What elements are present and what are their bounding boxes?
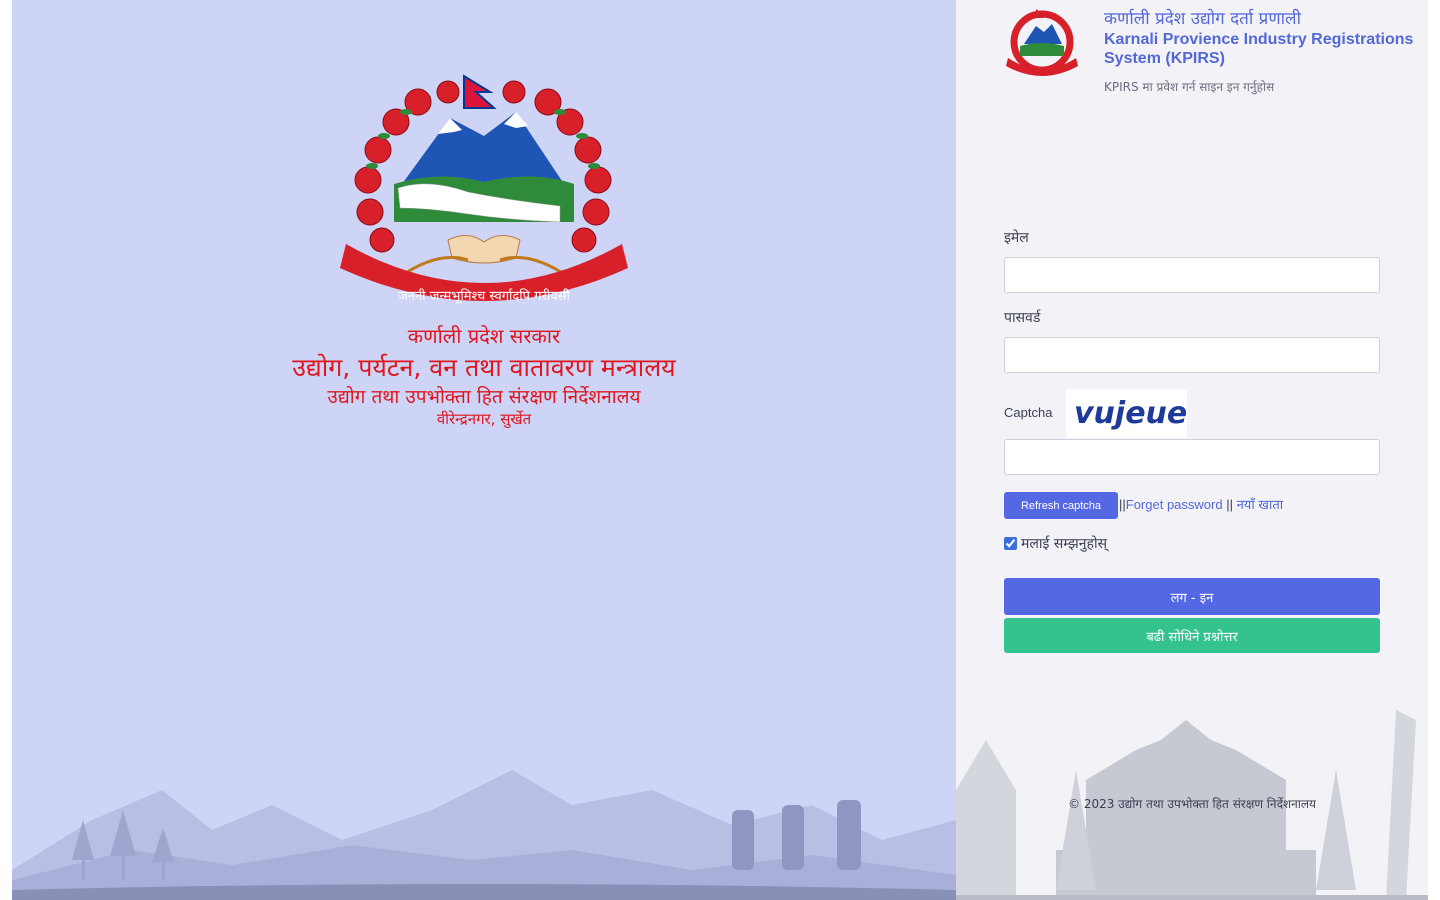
password-label: पासवर्ड bbox=[1004, 310, 1041, 326]
email-field[interactable] bbox=[1004, 257, 1380, 293]
email-label: इमेल bbox=[1004, 230, 1029, 246]
remember-me[interactable]: मलाई सम्झनुहोस् bbox=[1004, 534, 1107, 553]
link-separator: || bbox=[1119, 497, 1126, 512]
login-panel: कर्णाली प्रदेश उद्योग दर्ता प्रणाली Karn… bbox=[956, 0, 1428, 900]
captcha-label: Captcha bbox=[1004, 405, 1053, 420]
directorate-title: उद्योग तथा उपभोक्ता हित संरक्षण निर्देशन… bbox=[327, 386, 641, 408]
remember-me-label: मलाई सम्झनुहोस् bbox=[1021, 536, 1108, 552]
login-subtitle: KPIRS मा प्रवेश गर्न साइन इन गर्नुहोस bbox=[1104, 80, 1275, 94]
ministry-title: उद्योग, पर्यटन, वन तथा वातावरण मन्त्रालय bbox=[292, 353, 676, 382]
refresh-captcha-button[interactable]: Refresh captcha bbox=[1004, 492, 1118, 519]
captcha-text: vujeue bbox=[1074, 396, 1187, 431]
nepal-emblem-icon: जननी जन्मभूमिश्च स्वर्गादपि गरीयसी bbox=[340, 74, 628, 304]
system-title-english: Karnali Provience Industry Registrations… bbox=[1104, 31, 1414, 67]
captcha-field[interactable] bbox=[1004, 439, 1380, 475]
remember-me-checkbox[interactable] bbox=[1004, 537, 1017, 550]
login-button[interactable]: लग - इन bbox=[1004, 578, 1380, 615]
mountain-silhouette-illustration bbox=[12, 770, 956, 900]
nepal-emblem-small-icon bbox=[1006, 9, 1078, 76]
left-branding-panel: जननी जन्मभूमिश्च स्वर्गादपि गरीयसी कर्णा… bbox=[12, 0, 956, 900]
copyright-footer: © 2023 उद्योग तथा उपभोक्ता हित संरक्षण न… bbox=[1068, 797, 1316, 811]
account-links-row: ||Forget password || नयाँ खाता bbox=[1119, 495, 1283, 513]
system-title-nepali: कर्णाली प्रदेश उद्योग दर्ता प्रणाली bbox=[1104, 9, 1301, 29]
link-separator: || bbox=[1222, 497, 1237, 512]
emblem-motto-text: जननी जन्मभूमिश्च स्वर्गादपि गरीयसी bbox=[398, 288, 570, 304]
province-government-title: कर्णाली प्रदेश सरकार bbox=[407, 324, 561, 348]
office-location: वीरेन्द्रनगर, सुर्खेत bbox=[436, 410, 532, 428]
new-account-link[interactable]: नयाँ खाता bbox=[1237, 497, 1284, 512]
password-field[interactable] bbox=[1004, 337, 1380, 373]
captcha-image: vujeue bbox=[1066, 389, 1187, 438]
forget-password-link[interactable]: Forget password bbox=[1126, 497, 1223, 512]
faq-button[interactable]: बढी सोधिने प्रश्नोत्तर bbox=[1004, 618, 1380, 653]
